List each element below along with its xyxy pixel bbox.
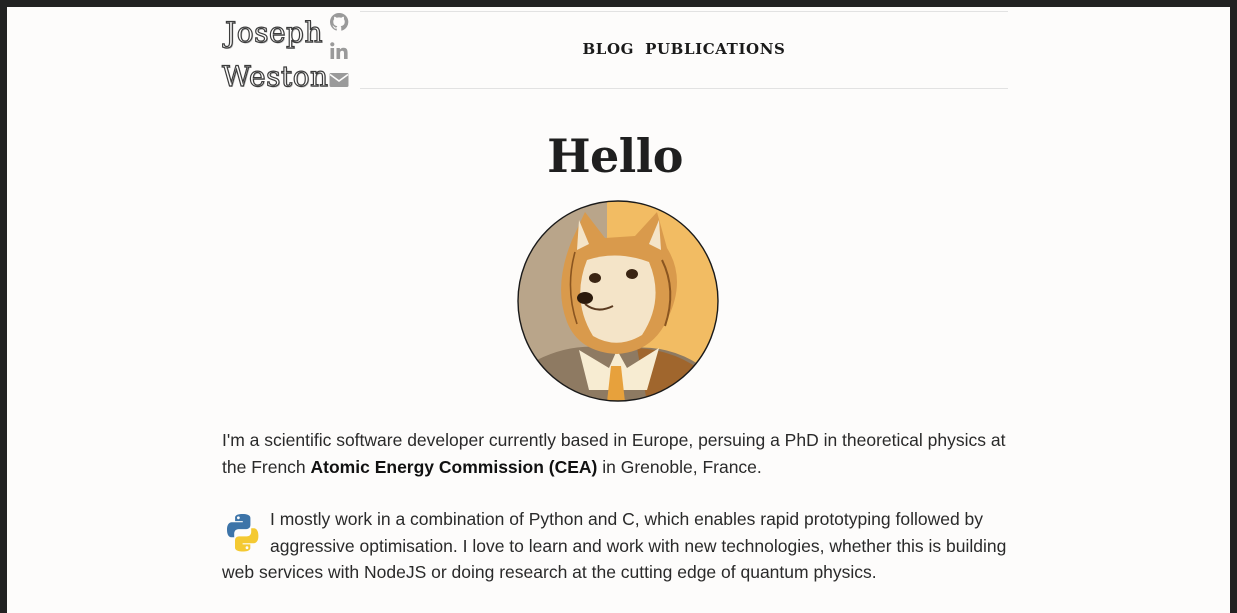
bio: I'm a scientific software developer curr…: [222, 427, 1008, 612]
python-icon: [222, 512, 264, 554]
intro-text-after: in Grenoble, France.: [597, 456, 762, 477]
stack-paragraph: I mostly work in a combination of Python…: [222, 506, 1008, 586]
page: Joseph Weston BLOG PUBLICATIONS Hello I'…: [7, 7, 1230, 613]
nav-blog-link[interactable]: BLOG: [583, 12, 635, 86]
doge-avatar: [517, 200, 719, 402]
content: Joseph Weston BLOG PUBLICATIONS Hello I'…: [221, 7, 1008, 582]
stack-text: I mostly work in a combination of Python…: [222, 509, 1007, 582]
site-logo[interactable]: Joseph Weston: [221, 11, 329, 99]
top-nav: BLOG PUBLICATIONS: [360, 11, 1008, 89]
page-title: Hello: [547, 129, 683, 183]
logo-last-name: Weston: [221, 59, 329, 93]
intro-paragraph: I'm a scientific software developer curr…: [222, 427, 1008, 480]
social-links: [329, 12, 349, 99]
logo-first-name: Joseph: [224, 15, 323, 49]
cea-link[interactable]: Atomic Energy Commission (CEA): [311, 457, 598, 477]
header: Joseph Weston BLOG PUBLICATIONS: [221, 7, 1008, 94]
github-icon[interactable]: [329, 12, 349, 32]
linkedin-icon[interactable]: [329, 41, 349, 61]
nav-publications-link[interactable]: PUBLICATIONS: [645, 12, 785, 86]
envelope-icon[interactable]: [329, 70, 349, 90]
